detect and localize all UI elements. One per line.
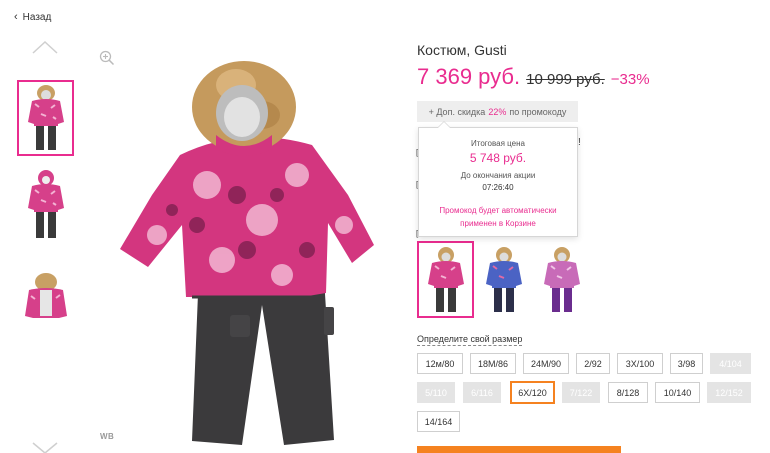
product-thumbnail-image	[27, 85, 64, 150]
thumbnail-2[interactable]	[17, 166, 74, 242]
thumbnails-down-arrow-icon[interactable]	[32, 442, 58, 453]
color-variant-image	[543, 246, 580, 312]
size-option[interactable]: 3/98	[670, 353, 703, 374]
thumbnail-3[interactable]	[17, 260, 74, 336]
back-link[interactable]: ‹ Назад	[14, 11, 52, 24]
main-product-image[interactable]	[112, 45, 380, 453]
color-variants	[417, 241, 591, 318]
back-link-label: Назад	[22, 12, 52, 23]
color-variant-purple[interactable]	[533, 241, 590, 318]
size-option-unavailable: 6/116	[463, 382, 501, 403]
size-option[interactable]: 8/128	[608, 382, 648, 403]
promo-popup: Итоговая цена 5 748 руб. До окончания ак…	[418, 121, 578, 237]
price-current: 7 369 руб.	[417, 64, 521, 89]
popup-timer: 07:26:40	[482, 183, 514, 192]
price-row: 7 369 руб. 10 999 руб. −33%	[417, 64, 650, 90]
price-discount: −33%	[610, 71, 650, 88]
color-variant-image	[485, 246, 522, 312]
thumbnails-up-arrow-icon[interactable]	[32, 40, 58, 54]
promo-discount-button[interactable]: + Доп. скидка 22% по промокоду	[417, 101, 578, 122]
product-thumbnail-image	[24, 273, 67, 318]
thumbnail-1[interactable]	[17, 80, 74, 156]
price-old: 10 999 руб.	[526, 71, 605, 88]
size-option[interactable]: 24M/90	[523, 353, 569, 374]
size-option-unavailable: 7/122	[562, 382, 600, 403]
watermark-logo: WB	[100, 432, 115, 441]
hidden-text-fragment: !	[578, 137, 581, 148]
add-to-cart-button[interactable]	[417, 446, 621, 453]
product-thumbnail-image	[27, 170, 64, 238]
color-variant-blue[interactable]	[475, 241, 532, 318]
popup-final-label: Итоговая цена	[471, 139, 525, 148]
size-option[interactable]: 3X/100	[617, 353, 663, 374]
promo-button-percent: 22%	[488, 106, 507, 117]
size-option[interactable]: 2/92	[576, 353, 610, 374]
size-option-selected[interactable]: 6X/120	[510, 381, 555, 404]
size-option[interactable]: 18M/86	[470, 353, 516, 374]
product-title: Костюм, Gusti	[417, 42, 507, 58]
popup-auto-note: Промокод будет автоматически применен в …	[439, 206, 557, 228]
promo-button-suffix: по промокоду	[509, 106, 567, 117]
size-option-unavailable: 5/110	[417, 382, 455, 403]
size-option[interactable]: 10/140	[655, 382, 700, 403]
size-option[interactable]: 14/164	[417, 411, 460, 432]
popup-until-label: До окончания акции	[460, 171, 536, 180]
color-variant-image	[427, 246, 464, 312]
promo-button-prefix: + Доп. скидка	[428, 106, 486, 117]
size-section-title: Определите свой размер	[417, 334, 523, 346]
size-option-unavailable: 4/104	[710, 353, 751, 374]
size-option[interactable]: 12м/80	[417, 353, 463, 374]
size-option-unavailable: 12/152	[707, 382, 751, 403]
popup-final-price: 5 748 руб.	[469, 151, 527, 165]
color-variant-pink[interactable]	[417, 241, 474, 318]
chevron-left-icon: ‹	[14, 11, 18, 23]
